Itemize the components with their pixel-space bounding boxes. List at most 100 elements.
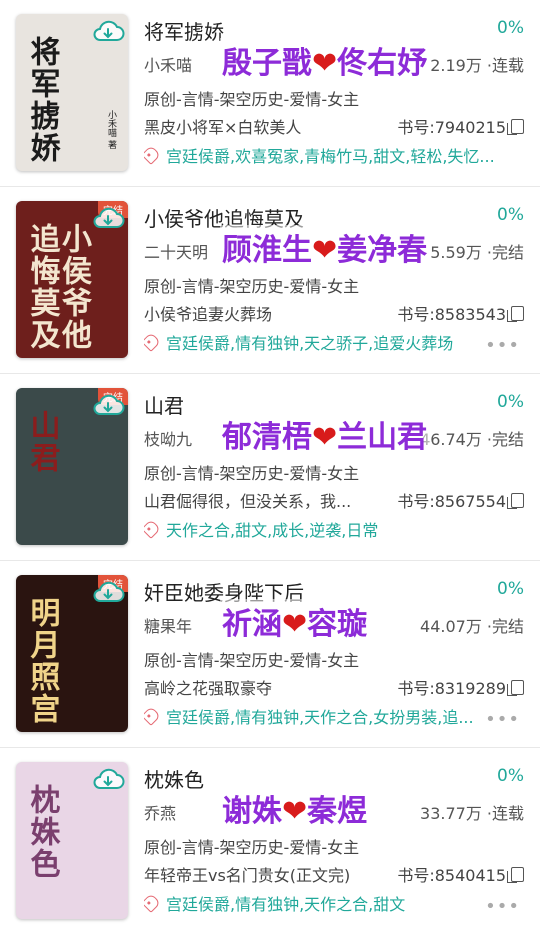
book-cover[interactable]: 山君 完结 (16, 388, 128, 545)
cloud-download-icon[interactable] (91, 18, 125, 44)
heart-icon: ❤ (282, 794, 308, 829)
book-number-text: 书号:7940215 (397, 118, 506, 137)
book-tags-text: 宫廷侯爵,欢喜冤家,青梅竹马,甜文,轻松,失忆... (166, 147, 495, 166)
book-author[interactable]: 二十天明 (144, 239, 208, 263)
cloud-download-icon[interactable] (91, 205, 125, 231)
tag-icon (144, 145, 161, 165)
book-number-text: 书号:8319289 (397, 679, 506, 698)
word-count-status: 46.74万 ·完结 (420, 430, 524, 449)
pairing-right: 佟右妤 (337, 46, 428, 81)
book-number[interactable]: 书号:8583543 (397, 301, 524, 325)
book-tags: 天作之合,甜文,成长,逆袭,日常 (144, 517, 500, 541)
word-count-status: 5.59万 ·完结 (430, 243, 524, 262)
tag-icon (144, 706, 161, 726)
book-categories: 原创-言情-架空历史-爱情-女主 (144, 90, 360, 109)
pairing-overlay: 祈涵❤容璇 (220, 599, 370, 643)
book-number[interactable]: 书号:7940215 (397, 114, 524, 138)
book-author[interactable]: 小禾喵 (144, 52, 192, 76)
read-progress: 0% (497, 766, 524, 786)
book-tags: 宫廷侯爵,情有独钟,天作之合,女扮男装,追... (144, 704, 500, 728)
cloud-download-icon[interactable] (91, 579, 125, 605)
pairing-overlay: 顾淮生❤姜净春 (220, 225, 430, 269)
heart-icon: ❤ (312, 46, 338, 81)
cover-title: 明月照宫 (24, 597, 60, 725)
list-item[interactable]: 枕姝色 枕姝色 0% 乔燕 33.77万 ·连载 谢姝❤秦煜 原创-言情-架空历… (0, 748, 540, 935)
book-number-text: 书号:8567554 (397, 492, 506, 511)
book-tags: 宫廷侯爵,情有独钟,天之骄子,追爱火葬场 (144, 330, 500, 354)
book-description: 高岭之花强取豪夺 (144, 679, 273, 698)
book-author[interactable]: 枝呦九 (144, 426, 192, 450)
book-tags-text: 宫廷侯爵,情有独钟,天作之合,女扮男装,追... (166, 708, 474, 727)
book-cover[interactable]: 将军掳娇 小禾喵 著 (16, 14, 128, 171)
book-description: 小侯爷追妻火葬场 (144, 305, 273, 324)
copy-icon[interactable] (507, 493, 524, 509)
pairing-overlay: 殷子戬❤佟右妤 (220, 38, 430, 82)
read-progress: 0% (497, 18, 524, 38)
book-categories: 原创-言情-架空历史-爱情-女主 (144, 464, 360, 483)
cover-title: 将军掳娇 (24, 36, 60, 164)
more-icon[interactable]: ••• (485, 335, 520, 356)
more-icon[interactable]: ••• (485, 896, 520, 917)
book-description: 黑皮小将军×白软美人 (144, 118, 302, 137)
pairing-overlay: 谢姝❤秦煜 (220, 786, 370, 830)
tag-icon (144, 893, 161, 913)
tag-icon (144, 332, 161, 352)
heart-icon: ❤ (312, 420, 338, 455)
book-cover[interactable]: 枕姝色 (16, 762, 128, 919)
cloud-download-icon[interactable] (91, 766, 125, 792)
pairing-left: 顾淮生 (222, 233, 312, 268)
tag-icon (144, 519, 161, 539)
book-number-text: 书号:8583543 (397, 305, 506, 324)
book-categories: 原创-言情-架空历史-爱情-女主 (144, 838, 360, 857)
book-description: 年轻帝王vs名门贵女(正文完) (144, 866, 351, 885)
book-number[interactable]: 书号:8567554 (397, 488, 524, 512)
word-count-status: 44.07万 ·完结 (420, 617, 524, 636)
book-tags: 宫廷侯爵,情有独钟,天作之合,甜文 (144, 891, 500, 915)
heart-icon: ❤ (312, 233, 338, 268)
pairing-right: 姜净春 (337, 233, 428, 268)
book-title[interactable]: 山君 (144, 390, 184, 419)
book-tags: 宫廷侯爵,欢喜冤家,青梅竹马,甜文,轻松,失忆... (144, 143, 500, 167)
pairing-left: 郁清梧 (222, 420, 312, 455)
book-title[interactable]: 将军掳娇 (144, 16, 224, 45)
book-tags-text: 天作之合,甜文,成长,逆袭,日常 (166, 521, 379, 540)
book-tags-text: 宫廷侯爵,情有独钟,天之骄子,追爱火葬场 (166, 334, 454, 353)
word-count-status: 2.19万 ·连载 (430, 56, 524, 75)
book-description: 山君倔得很，但没关系，我... (144, 492, 352, 511)
cover-title: 山君 (24, 410, 60, 474)
book-author[interactable]: 糖果年 (144, 613, 192, 637)
copy-icon[interactable] (507, 680, 524, 696)
pairing-overlay: 郁清梧❤兰山君 (220, 412, 430, 456)
book-number-text: 书号:8540415 (397, 866, 506, 885)
more-icon[interactable]: ••• (485, 709, 520, 730)
cover-author: 小禾喵 著 (106, 110, 116, 149)
read-progress: 0% (497, 392, 524, 412)
list-item[interactable]: 明月照宫 完结 奸臣她委身陛下后 0% 糖果年 44.07万 ·完结 祈涵❤容璇… (0, 561, 540, 748)
cover-title: 枕姝色 (24, 784, 60, 880)
heart-icon: ❤ (282, 607, 308, 642)
copy-icon[interactable] (507, 119, 524, 135)
word-count-status: 33.77万 ·连载 (420, 804, 524, 823)
book-cover[interactable]: 小侯爷他追悔莫及 完结 (16, 201, 128, 358)
copy-icon[interactable] (507, 867, 524, 883)
book-categories: 原创-言情-架空历史-爱情-女主 (144, 277, 360, 296)
book-number[interactable]: 书号:8540415 (397, 862, 524, 886)
list-item[interactable]: 将军掳娇 小禾喵 著 将军掳娇 0% 小禾喵 2.19万 ·连载 殷子戬❤佟右妤… (0, 0, 540, 187)
pairing-left: 祈涵 (222, 607, 282, 642)
pairing-left: 谢姝 (222, 794, 282, 829)
cloud-download-icon[interactable] (91, 392, 125, 418)
copy-icon[interactable] (507, 306, 524, 322)
book-cover[interactable]: 明月照宫 完结 (16, 575, 128, 732)
book-categories: 原创-言情-架空历史-爱情-女主 (144, 651, 360, 670)
pairing-right: 容璇 (307, 607, 368, 642)
book-title[interactable]: 枕姝色 (144, 764, 204, 793)
book-number[interactable]: 书号:8319289 (397, 675, 524, 699)
read-progress: 0% (497, 579, 524, 599)
book-author[interactable]: 乔燕 (144, 800, 176, 824)
book-tags-text: 宫廷侯爵,情有独钟,天作之合,甜文 (166, 895, 406, 914)
list-item[interactable]: 山君 完结 山君 0% 枝呦九 46.74万 ·完结 郁清梧❤兰山君 原创-言情… (0, 374, 540, 561)
list-item[interactable]: 小侯爷他追悔莫及 完结 小侯爷他追悔莫及 0% 二十天明 5.59万 ·完结 顾… (0, 187, 540, 374)
read-progress: 0% (497, 205, 524, 225)
pairing-right: 兰山君 (337, 420, 428, 455)
pairing-left: 殷子戬 (222, 46, 312, 81)
